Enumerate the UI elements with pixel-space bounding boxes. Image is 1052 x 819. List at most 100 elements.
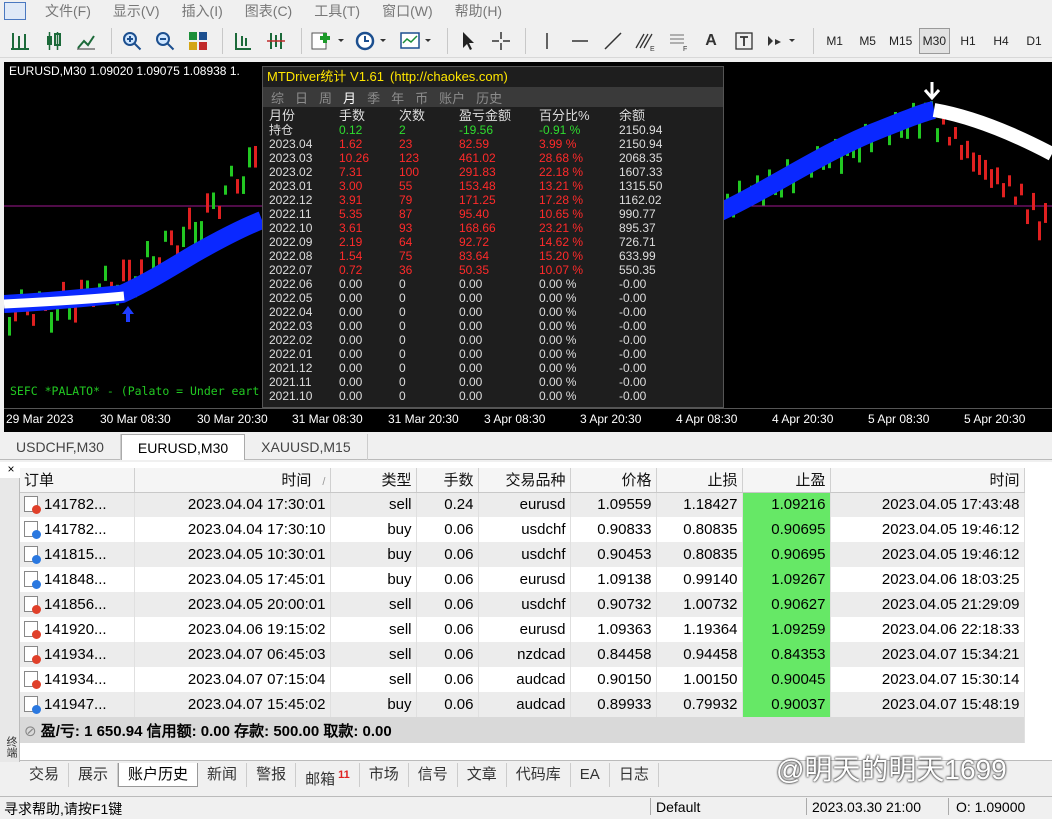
table-row[interactable]: 141947... 2023.04.07 15:45:02 buy 0.06 audca… — [20, 692, 1025, 717]
table-row[interactable]: 141934... 2023.04.07 06:45:03 sell 0.06 nzdc… — [20, 642, 1025, 667]
bottom-tab[interactable]: 新闻 — [198, 762, 248, 787]
bar-chart-icon[interactable] — [6, 27, 35, 55]
panel-cell: 2022.07 — [269, 263, 313, 277]
time-label: 3 Apr 20:30 — [580, 412, 642, 426]
panel-tab[interactable]: 月 — [343, 88, 356, 107]
chart-tab[interactable]: XAUUSD,M15 — [245, 434, 368, 460]
table-row[interactable]: 141934... 2023.04.07 07:15:04 sell 0.06 audc… — [20, 667, 1025, 692]
vertical-line-icon[interactable] — [532, 27, 561, 55]
table-row[interactable]: 141848... 2023.04.05 17:45:01 buy 0.06 eurus… — [20, 567, 1025, 592]
column-header[interactable]: 交易品种 — [478, 468, 571, 493]
panel-cell: 461.02 — [459, 151, 496, 165]
candle — [206, 193, 209, 213]
bottom-tab[interactable]: 代码库 — [507, 762, 571, 787]
bottom-tab[interactable]: EA — [571, 762, 610, 787]
autoscroll-icon[interactable] — [262, 27, 291, 55]
toolbar-separator — [525, 27, 527, 54]
panel-title: MTDriver统计 V1.61 (http://chaokes.com) — [263, 67, 723, 87]
table-row[interactable]: 141782... 2023.04.04 17:30:01 sell 0.24 euru… — [20, 492, 1025, 517]
tile-windows-icon[interactable] — [183, 27, 212, 55]
panel-cell: 990.77 — [619, 207, 656, 221]
bottom-tab[interactable]: 邮箱 11 — [296, 762, 360, 788]
order-cell: 141848... — [20, 567, 135, 592]
menu-item[interactable]: 帮助(H) — [444, 1, 513, 21]
templates-icon[interactable] — [396, 27, 436, 55]
panel-tab[interactable]: 币 — [415, 88, 428, 107]
column-header[interactable]: 价格 — [570, 468, 657, 493]
zoom-in-icon[interactable] — [118, 27, 147, 55]
bottom-tab[interactable]: 展示 — [69, 762, 119, 787]
panel-cell: 0.00 % — [539, 291, 577, 305]
column-header[interactable]: 类型 — [330, 468, 417, 493]
timeframe-d1[interactable]: D1 — [1019, 28, 1049, 54]
table-row[interactable]: 141782... 2023.04.04 17:30:10 buy 0.06 usdch… — [20, 517, 1025, 542]
horizontal-line-icon[interactable] — [565, 27, 594, 55]
table-row[interactable]: 141815... 2023.04.05 10:30:01 buy 0.06 usdch… — [20, 542, 1025, 567]
bottom-tab[interactable]: 账户历史 — [118, 762, 199, 787]
bottom-tab[interactable]: 信号 — [409, 762, 458, 787]
column-header[interactable]: 止盈 — [742, 468, 831, 493]
panel-tab[interactable]: 综 — [271, 88, 284, 107]
column-header[interactable]: 止损 — [656, 468, 743, 493]
column-header[interactable]: 时间 — [830, 468, 1025, 493]
timeframe-m15[interactable]: M15 — [886, 28, 916, 54]
chart-tab[interactable]: USDCHF,M30 — [0, 434, 121, 460]
panel-cell: 0.00 % — [539, 319, 577, 333]
panel-cell: 7.31 — [339, 165, 363, 179]
timeframe-m5[interactable]: M5 — [853, 28, 883, 54]
menu-item[interactable]: 显示(V) — [102, 1, 171, 21]
timeframe-h4[interactable]: H4 — [986, 28, 1016, 54]
panel-tab[interactable]: 周 — [319, 88, 332, 107]
zoom-out-icon[interactable] — [150, 27, 179, 55]
timeframe-m1[interactable]: M1 — [820, 28, 850, 54]
price-chart[interactable]: EURUSD,M30 1.09020 1.09075 1.08938 1. SE… — [4, 62, 1052, 432]
bottom-tab[interactable]: 文章 — [458, 762, 507, 787]
bottom-tab[interactable]: 警报 — [247, 762, 297, 787]
panel-tab[interactable]: 账户 — [439, 88, 465, 107]
panel-tab[interactable]: 年 — [391, 88, 404, 107]
cursor-icon[interactable] — [454, 27, 483, 55]
menu-item[interactable]: 窗口(W) — [371, 1, 444, 21]
trend-line-icon[interactable] — [598, 27, 627, 55]
channel-icon[interactable]: F — [664, 27, 693, 55]
lots-cell: 0.06 — [416, 592, 479, 617]
panel-row: 2021.10 0.00 0 0.00 0.00 % -0.00 — [263, 389, 723, 403]
panel-cell: 83.64 — [459, 249, 490, 263]
menu-item[interactable]: 图表(C) — [234, 1, 303, 21]
menu-item[interactable]: 工具(T) — [303, 1, 371, 21]
column-header[interactable]: 时间 / — [134, 468, 331, 493]
type-cell: sell — [330, 642, 417, 667]
time-label: 31 Mar 20:30 — [388, 412, 459, 426]
indicators-icon[interactable] — [308, 27, 348, 55]
column-header[interactable]: 手数 — [416, 468, 479, 493]
table-row[interactable]: 141920... 2023.04.06 19:15:02 sell 0.06 euru… — [20, 617, 1025, 642]
fibonacci-icon[interactable]: E — [631, 27, 660, 55]
line-chart-icon[interactable] — [72, 27, 101, 55]
crosshair-icon[interactable] — [487, 27, 516, 55]
timeframe-h1[interactable]: H1 — [953, 28, 983, 54]
bottom-tab[interactable]: 交易 — [20, 762, 70, 787]
chart-tab[interactable]: EURUSD,M30 — [120, 434, 246, 460]
table-row[interactable]: 141856... 2023.04.05 20:00:01 sell 0.06 usdc… — [20, 592, 1025, 617]
panel-tab[interactable]: 日 — [295, 88, 308, 107]
arrows-icon[interactable] — [762, 27, 802, 55]
panel-tab[interactable]: 季 — [367, 88, 380, 107]
panel-url[interactable]: (http://chaokes.com) — [390, 69, 508, 84]
time-label: 30 Mar 08:30 — [100, 412, 171, 426]
chart-shift-icon[interactable] — [229, 27, 258, 55]
panel-row: 2021.11 0.00 0 0.00 0.00 % -0.00 — [263, 375, 723, 389]
menu-item[interactable]: 文件(F) — [34, 1, 102, 21]
candle-chart-icon[interactable] — [39, 27, 68, 55]
take-profit-cell: 0.90695 — [742, 542, 831, 567]
bottom-tab[interactable]: 市场 — [360, 762, 409, 787]
menu-item[interactable]: 插入(I) — [171, 1, 234, 21]
text-icon[interactable]: A — [697, 27, 726, 55]
close-icon[interactable]: × — [4, 462, 18, 476]
panel-tab[interactable]: 历史 — [476, 88, 502, 107]
text-label-icon[interactable] — [729, 27, 758, 55]
column-header[interactable]: 订单 — [20, 468, 135, 493]
periods-icon[interactable] — [352, 27, 392, 55]
timeframe-m30[interactable]: M30 — [918, 27, 950, 54]
candle — [104, 265, 107, 281]
bottom-tab[interactable]: 日志 — [610, 762, 659, 787]
